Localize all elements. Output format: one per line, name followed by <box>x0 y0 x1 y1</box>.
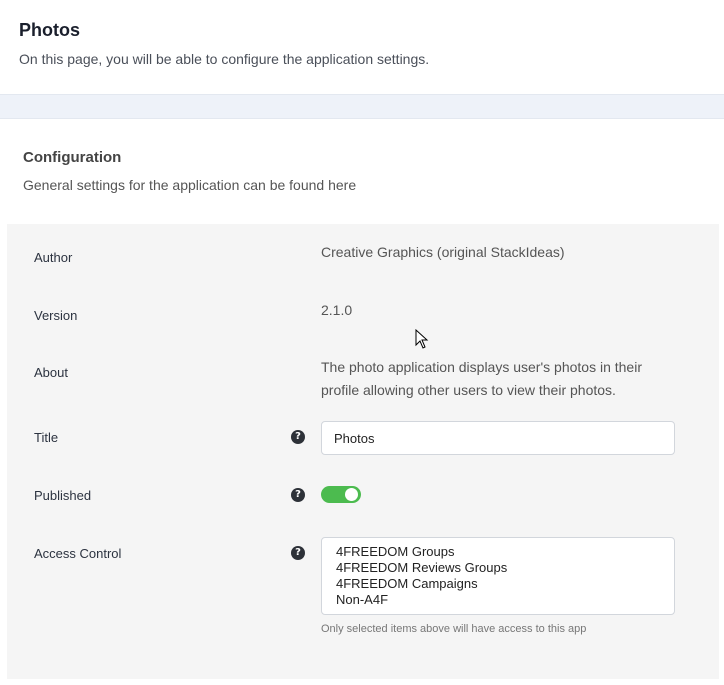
access-option[interactable]: 4FREEDOM Campaigns <box>336 576 674 592</box>
published-label: Published <box>34 488 92 503</box>
question-circle-icon[interactable]: ? <box>291 430 305 444</box>
mouse-pointer-icon <box>415 329 429 349</box>
access-option[interactable]: 4FREEDOM Reviews Groups <box>336 560 674 576</box>
panel-description: General settings for the application can… <box>23 177 357 193</box>
page-header: Photos On this page, you will be able to… <box>0 0 724 94</box>
about-label: About <box>34 365 68 380</box>
author-label: Author <box>34 250 73 265</box>
author-value: Creative Graphics (original StackIdeas) <box>321 244 565 260</box>
published-toggle[interactable] <box>321 486 361 503</box>
title-input[interactable] <box>321 421 675 455</box>
access-option[interactable]: Non-A4F <box>336 592 674 608</box>
about-value-line1: The photo application displays user's ph… <box>321 359 642 375</box>
page-description: On this page, you will be able to config… <box>19 51 430 67</box>
title-label: Title <box>34 430 59 445</box>
question-circle-icon[interactable]: ? <box>291 488 305 502</box>
panel-title: Configuration <box>23 149 122 166</box>
page-title: Photos <box>19 20 80 40</box>
version-label: Version <box>34 308 78 323</box>
access-control-label: Access Control <box>34 546 122 561</box>
about-value-line2: profile allowing other users to view the… <box>321 382 616 398</box>
header-divider-band <box>0 94 724 119</box>
question-circle-icon[interactable]: ? <box>291 546 305 560</box>
version-value: 2.1.0 <box>321 302 353 318</box>
access-control-hint: Only selected items above will have acce… <box>321 623 587 635</box>
access-control-select[interactable]: 4FREEDOM Groups 4FREEDOM Reviews Groups … <box>321 537 675 615</box>
access-option[interactable]: 4FREEDOM Groups <box>336 544 674 560</box>
about-value: The photo application displays user's ph… <box>321 356 642 402</box>
toggle-knob <box>345 488 358 501</box>
